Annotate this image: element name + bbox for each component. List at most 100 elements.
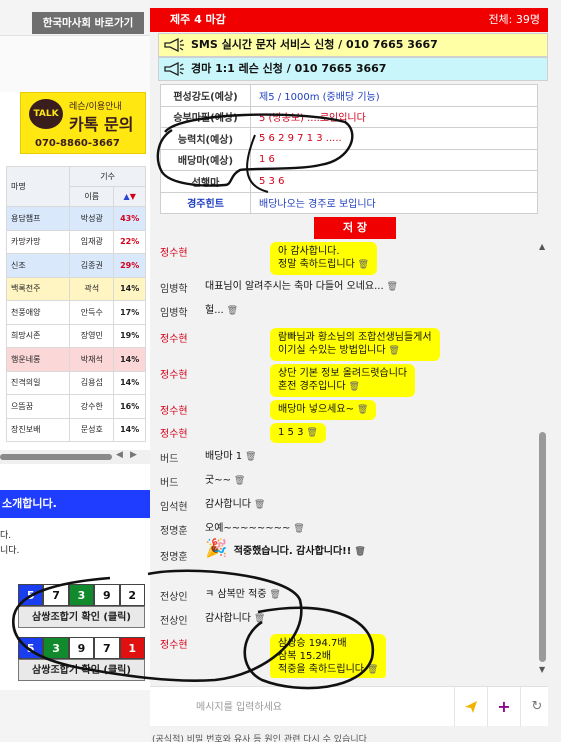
trash-icon[interactable]: 🗑 — [303, 428, 317, 438]
chat-nick[interactable]: 정수현 — [160, 366, 188, 381]
info-row: 배당마(예상) 1 6 — [160, 148, 538, 171]
table-row[interactable]: 천풍애양 안득수 17% — [5, 300, 146, 325]
chat-plain: 감사합니다 🗑 — [205, 498, 265, 512]
info-row: 선행마 5 3 6 — [160, 170, 538, 193]
info-row: 능력치(예상) 5 6 2 9 7 1 3 ..... — [160, 127, 538, 150]
trash-icon[interactable]: 🗑 — [224, 306, 238, 316]
info-key: 편성강도(예상) — [160, 84, 251, 107]
combo-box-1: 5 7 3 9 2 삼쌍조합기 확인 (클릭) — [18, 584, 145, 628]
trash-icon[interactable]: 🗑 — [346, 382, 359, 392]
chat-nick[interactable]: 정수현 — [160, 425, 188, 440]
table-row[interactable]: 백록천주 곽석 14% — [5, 276, 146, 301]
jockey-name: 강수한 — [69, 394, 115, 419]
chat-nick[interactable]: 임병학 — [160, 304, 188, 319]
chat-nick[interactable]: 버드 — [160, 474, 178, 489]
sms-service-notice[interactable]: SMS 실시간 문자 서비스 신청 / 010 7665 3667 — [158, 33, 548, 57]
chat-nick[interactable]: 전상인 — [160, 612, 188, 627]
chat-nick[interactable]: 정수현 — [160, 330, 188, 345]
chat-nick[interactable]: 전상인 — [160, 588, 188, 603]
chat-nick[interactable]: 정명훈 — [160, 548, 188, 563]
plus-button[interactable]: + — [487, 687, 520, 727]
race-info-body: 편성강도(예상) 제5 / 1000m (중배당 기능) 승부마필(예상) 5 (방송… — [160, 84, 538, 214]
info-value: 5 3 6 — [250, 170, 538, 193]
info-value: 제5 / 1000m (중배당 기능) — [250, 84, 538, 107]
combo-check-button-2[interactable]: 삼쌍조합기 확인 (클릭) — [18, 659, 145, 681]
send-button[interactable] — [454, 687, 487, 727]
kra-shortcut-button[interactable]: 한국마사회 바로가기 — [32, 12, 144, 34]
table-row[interactable]: 행운네롱 박재석 14% — [5, 347, 146, 372]
chat-nick[interactable]: 정명훈 — [160, 522, 188, 537]
chat-nick[interactable]: 버드 — [160, 450, 178, 465]
kakaotalk-banner[interactable]: TALK 레슨/이용안내 카톡 문의 070-8860-3667 — [20, 92, 146, 154]
chat-text: 굿~~ — [205, 475, 231, 486]
table-row[interactable]: 진격의일 김용섭 14% — [5, 370, 146, 395]
info-row: 편성강도(예상) 제5 / 1000m (중배당 기능) — [160, 84, 538, 107]
trash-icon[interactable]: 🗑 — [354, 405, 368, 415]
trash-icon[interactable]: 🗑 — [386, 346, 399, 356]
member-total: 전체: 39명 — [488, 13, 540, 26]
info-row: 승부마필(예상) 5 (방송보) ....로인입니다 — [160, 105, 538, 128]
refresh-button[interactable]: ↻ — [520, 687, 553, 727]
combo-number: 9 — [68, 637, 95, 659]
info-key: 승부마필(예상) — [160, 105, 251, 128]
combo-check-button-1[interactable]: 삼쌍조합기 확인 (클릭) — [18, 606, 145, 628]
horse-name: 장진보배 — [5, 417, 71, 442]
race-header: 제주 4 마감 전체: 39명 — [150, 8, 548, 32]
header-horse: 마명 — [5, 166, 71, 207]
info-key: 배당마(예상) — [160, 148, 251, 171]
table-row[interactable]: 용담챔프 박성광 43% — [5, 206, 146, 231]
header-name: 이름 — [69, 186, 115, 207]
trash-icon[interactable]: 🗑 — [267, 590, 280, 600]
left-panel: 한국마사회 바로가기 TALK 레슨/이용안내 카톡 문의 070-8860-3… — [0, 0, 150, 742]
race-title: 제주 4 마감 — [170, 13, 226, 26]
right-panel: 제주 4 마감 전체: 39명 SMS 실시간 문자 서비스 신청 / 010 … — [150, 0, 561, 742]
scroll-right-arrow-icon[interactable]: ▶ — [130, 450, 137, 460]
info-key: 경주힌트 — [160, 191, 251, 214]
trash-icon[interactable]: 🗑 — [242, 452, 256, 462]
scroll-up-arrow-icon[interactable]: ▲ — [539, 242, 545, 251]
win-rate: 22% — [113, 229, 146, 254]
chat-log[interactable]: 정수현 아 감사합니다. 정말 축하드립니다 🗑 임병학 대표님이 알려주시는 축마 … — [150, 240, 548, 678]
scroll-down-arrow-icon[interactable]: ▼ — [539, 665, 545, 674]
left-scroll-thumb[interactable] — [0, 454, 112, 460]
left-horizontal-scrollbar[interactable]: ◀ ▶ — [0, 450, 150, 464]
combo-number: 7 — [43, 584, 69, 606]
lesson-notice[interactable]: 경마 1:1 레슨 신청 / 010 7665 3667 — [158, 57, 548, 81]
sort-toggle[interactable]: ▲▼ — [113, 186, 146, 207]
trash-icon[interactable]: 🗑 — [251, 500, 265, 510]
chat-scrollbar[interactable]: ▲ ▼ — [538, 240, 548, 678]
trash-icon[interactable]: 🗑 — [384, 282, 398, 292]
sort-down-icon[interactable]: ▼ — [130, 192, 136, 201]
chat-scroll-thumb[interactable] — [539, 432, 546, 662]
trash-icon[interactable]: 🗑 — [231, 476, 245, 486]
message-input[interactable] — [158, 693, 448, 721]
chat-nick[interactable]: 임병학 — [160, 280, 188, 295]
table-row[interactable]: 장진보배 문성호 14% — [5, 417, 146, 442]
horse-name: 신조 — [5, 253, 71, 278]
table-row[interactable]: 희망시존 장영민 19% — [5, 323, 146, 348]
chat-nick[interactable]: 임석현 — [160, 498, 188, 513]
info-key: 선행마 — [160, 170, 251, 193]
save-button[interactable]: 저 장 — [314, 217, 396, 239]
table-row[interactable]: 신조 김종권 29% — [5, 253, 146, 278]
chat-nick[interactable]: 정수현 — [160, 402, 188, 417]
scroll-left-arrow-icon[interactable]: ◀ — [116, 450, 123, 460]
combo-number: 5 — [18, 584, 44, 606]
trash-icon[interactable]: 🗑 — [355, 260, 369, 270]
win-rate: 43% — [113, 206, 146, 231]
trash-icon[interactable]: 🗑 — [351, 547, 365, 557]
chat-nick[interactable]: 정수현 — [160, 244, 188, 259]
combo-box-2: 5 3 9 7 1 삼쌍조합기 확인 (클릭) — [18, 637, 145, 681]
trash-icon[interactable]: 🗑 — [290, 524, 304, 534]
table-row[interactable]: 카망카망 임재광 22% — [5, 229, 146, 254]
win-rate: 29% — [113, 253, 146, 278]
chat-nick[interactable]: 정수현 — [160, 636, 188, 651]
horse-name: 천풍애양 — [5, 300, 71, 325]
trash-icon[interactable]: 🗑 — [251, 614, 265, 624]
horse-name: 행운네롱 — [5, 347, 71, 372]
info-value: 5 6 2 9 7 1 3 ..... — [250, 127, 538, 150]
table-row[interactable]: 으뜸꿈 강수한 16% — [5, 394, 146, 419]
jockey-name: 안득수 — [69, 300, 115, 325]
chat-text: 감사합니다 — [205, 499, 251, 510]
trash-icon[interactable]: 🗑 — [364, 665, 378, 675]
